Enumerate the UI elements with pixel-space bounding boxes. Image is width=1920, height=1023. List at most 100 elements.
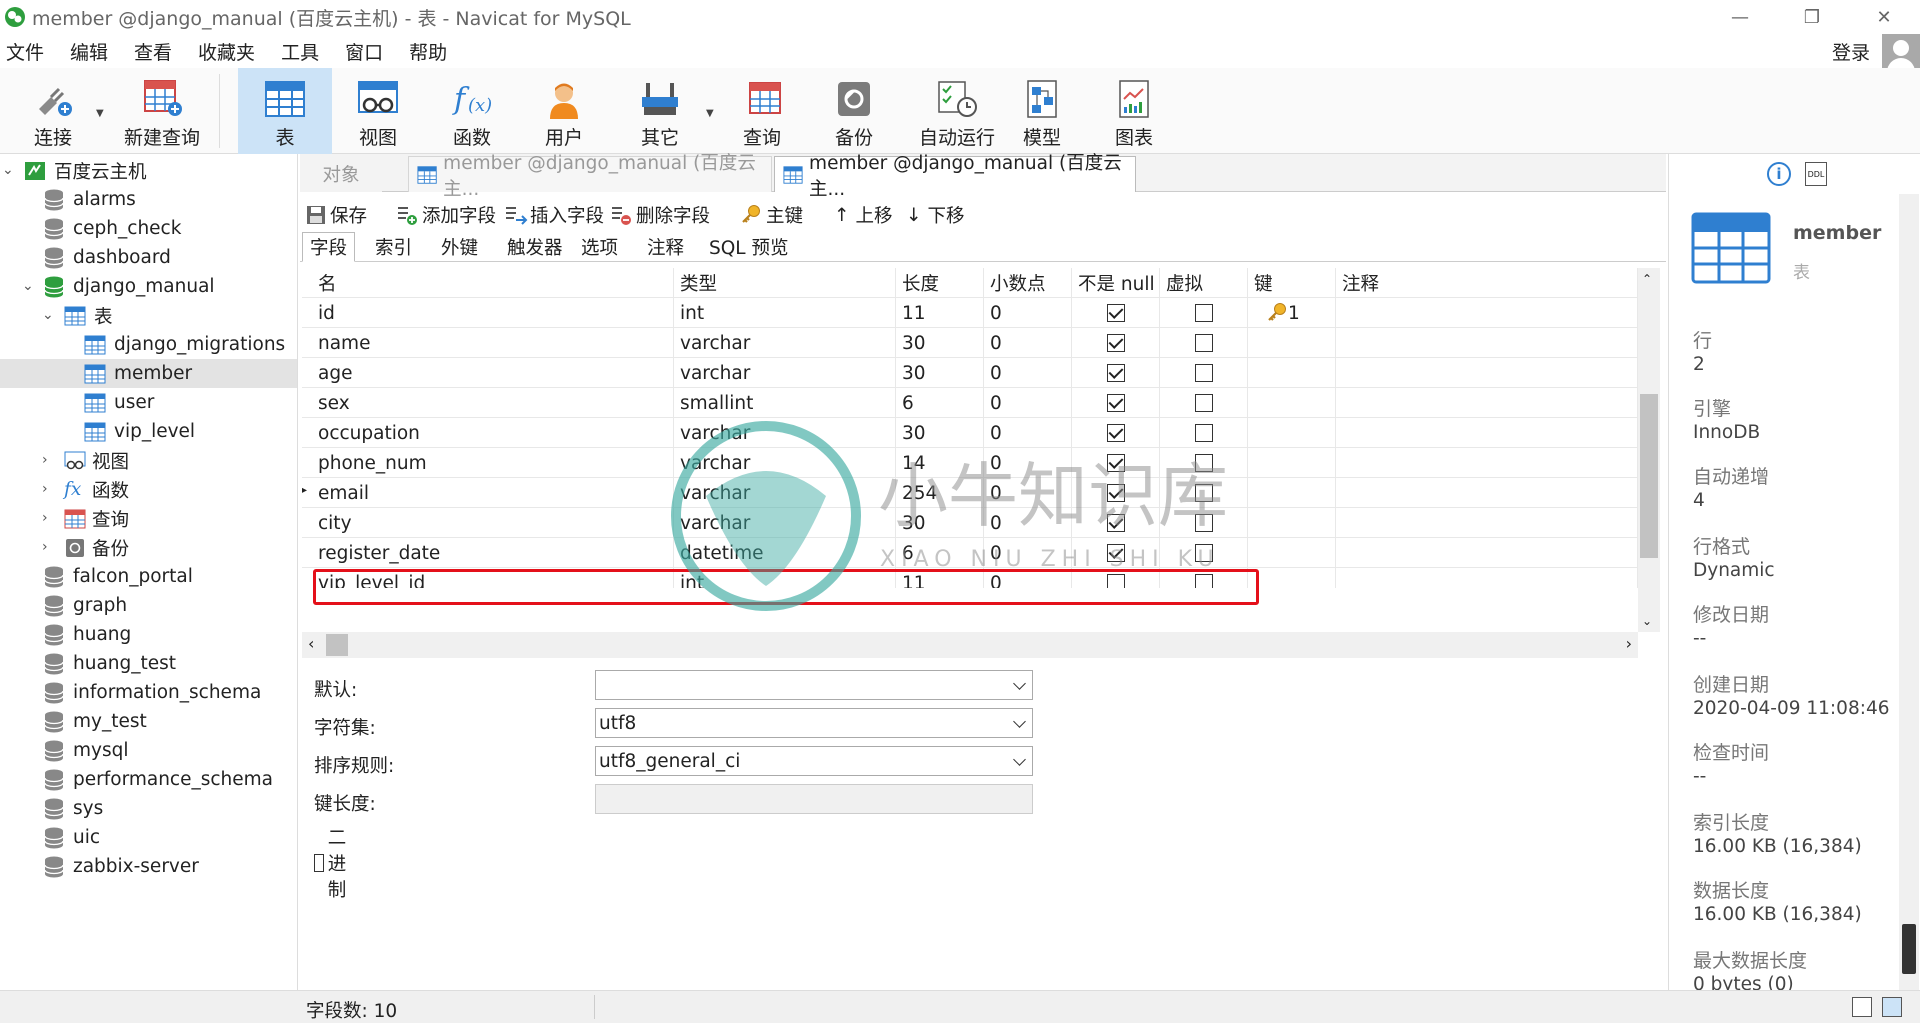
field-not-null-cell[interactable] <box>1072 538 1160 568</box>
field-decimals-cell[interactable]: 0 <box>984 418 1072 448</box>
field-decimals-cell[interactable]: 0 <box>984 328 1072 358</box>
field-virtual-cell[interactable] <box>1160 448 1248 478</box>
virtual-checkbox[interactable] <box>1194 334 1213 352</box>
move-down-button[interactable]: ↓ 下移 <box>906 202 965 228</box>
new-query-button[interactable]: 新建查询 <box>112 68 212 154</box>
field-length-cell[interactable]: 14 <box>896 448 984 478</box>
field-length-cell[interactable]: 30 <box>896 358 984 388</box>
not-null-checkbox[interactable] <box>1106 514 1125 532</box>
add-field-button[interactable]: 添加字段 <box>396 202 496 228</box>
field-not-null-cell[interactable] <box>1072 388 1160 418</box>
field-type-cell[interactable]: varchar <box>674 478 896 508</box>
virtual-checkbox[interactable] <box>1194 424 1213 442</box>
chart-button[interactable]: 图表 <box>1096 68 1172 154</box>
tree-group-2[interactable]: 查询 <box>64 504 129 533</box>
tree-table-member[interactable]: member <box>0 359 297 388</box>
column-header-decimals[interactable]: 小数点 <box>984 268 1072 298</box>
chevron-down-icon[interactable]: ⌄ <box>22 278 34 294</box>
tab-triggers[interactable]: 触发器 <box>500 232 570 262</box>
menu-file[interactable]: 文件 <box>0 38 63 65</box>
field-name-cell[interactable]: id <box>312 298 674 328</box>
field-key-cell[interactable] <box>1248 478 1336 508</box>
column-header-key[interactable]: 键 <box>1248 268 1336 298</box>
field-not-null-cell[interactable] <box>1072 298 1160 328</box>
info-icon[interactable]: i <box>1767 162 1791 186</box>
field-virtual-cell[interactable] <box>1160 388 1248 418</box>
table-button[interactable]: 表 <box>238 68 332 154</box>
collation-select[interactable]: utf8_general_ci <box>595 746 1033 776</box>
field-virtual-cell[interactable] <box>1160 538 1248 568</box>
field-decimals-cell[interactable]: 0 <box>984 298 1072 328</box>
not-null-checkbox[interactable] <box>1106 424 1125 442</box>
field-type-cell[interactable]: varchar <box>674 448 896 478</box>
chevron-right-icon[interactable]: › <box>42 481 48 497</box>
column-header-comment[interactable]: 注释 <box>1336 268 1638 298</box>
field-row[interactable]: register_date datetime 6 0 <box>302 538 1638 568</box>
field-not-null-cell[interactable] <box>1072 478 1160 508</box>
tree-db-huang_test[interactable]: huang_test <box>44 649 176 678</box>
tab-sql-preview[interactable]: SQL 预览 <box>702 232 796 262</box>
tree-db-zabbix-server[interactable]: zabbix-server <box>44 852 199 881</box>
chevron-right-icon[interactable]: › <box>42 452 48 468</box>
virtual-checkbox[interactable] <box>1194 304 1213 322</box>
tab-comment[interactable]: 注释 <box>640 232 691 262</box>
field-key-cell[interactable] <box>1248 448 1336 478</box>
field-decimals-cell[interactable]: 0 <box>984 358 1072 388</box>
field-decimals-cell[interactable]: 0 <box>984 508 1072 538</box>
field-type-cell[interactable]: datetime <box>674 538 896 568</box>
field-name-cell[interactable]: name <box>312 328 674 358</box>
tree-group-3[interactable]: 备份 <box>64 533 129 562</box>
menu-window[interactable]: 窗口 <box>338 38 402 65</box>
user-button[interactable]: 用户 <box>526 68 602 154</box>
field-type-cell[interactable]: varchar <box>674 328 896 358</box>
field-virtual-cell[interactable] <box>1160 328 1248 358</box>
tree-table-user[interactable]: user <box>84 388 154 417</box>
virtual-checkbox[interactable] <box>1194 364 1213 382</box>
chevron-down-icon[interactable]: ⌄ <box>42 307 54 323</box>
scroll-thumb[interactable] <box>1640 394 1658 558</box>
menu-tools[interactable]: 工具 <box>274 38 338 65</box>
virtual-checkbox[interactable] <box>1194 484 1213 502</box>
not-null-checkbox[interactable] <box>1106 484 1125 502</box>
field-row[interactable]: phone_num varchar 14 0 <box>302 448 1638 478</box>
grid-view-icon[interactable] <box>1852 997 1872 1017</box>
chevron-down-icon[interactable]: ⌄ <box>2 162 14 178</box>
field-row[interactable]: city varchar 30 0 <box>302 508 1638 538</box>
tree-tables-group[interactable]: 表 <box>64 301 113 330</box>
avatar[interactable] <box>1882 34 1920 72</box>
hscroll-thumb[interactable] <box>326 634 348 656</box>
menu-favorites[interactable]: 收藏夹 <box>191 38 274 65</box>
field-not-null-cell[interactable] <box>1072 328 1160 358</box>
scroll-left-icon[interactable]: ‹ <box>308 634 314 653</box>
scroll-up-icon[interactable]: ⌃ <box>1642 272 1652 286</box>
tree-table-vip_level[interactable]: vip_level <box>84 417 195 446</box>
field-decimals-cell[interactable]: 0 <box>984 388 1072 418</box>
field-comment-cell[interactable] <box>1336 478 1638 508</box>
tree-db-dashboard[interactable]: dashboard <box>44 243 171 272</box>
field-comment-cell[interactable] <box>1336 448 1638 478</box>
login-link[interactable]: 登录 <box>1832 38 1870 65</box>
close-button[interactable]: ✕ <box>1848 0 1920 34</box>
field-name-cell[interactable]: sex <box>312 388 674 418</box>
field-row[interactable]: id int 11 0 1 <box>302 298 1638 328</box>
column-header-not-null[interactable]: 不是 null <box>1072 268 1160 298</box>
not-null-checkbox[interactable] <box>1106 394 1125 412</box>
tree-group-1[interactable]: fx 函数 <box>64 475 129 504</box>
virtual-checkbox[interactable] <box>1194 514 1213 532</box>
not-null-checkbox[interactable] <box>1106 304 1125 322</box>
minimize-button[interactable]: — <box>1704 0 1776 34</box>
tree-db-my_test[interactable]: my_test <box>44 707 147 736</box>
field-decimals-cell[interactable]: 0 <box>984 448 1072 478</box>
field-virtual-cell[interactable] <box>1160 508 1248 538</box>
tree-group-0[interactable]: 视图 <box>64 446 129 475</box>
tree-table-django_migrations[interactable]: django_migrations <box>84 330 285 359</box>
field-row[interactable]: sex smallint 6 0 <box>302 388 1638 418</box>
field-key-cell[interactable] <box>1248 388 1336 418</box>
field-not-null-cell[interactable] <box>1072 448 1160 478</box>
other-dropdown-icon[interactable]: ▼ <box>706 108 714 119</box>
tree-db-django_manual[interactable]: django_manual <box>44 272 215 301</box>
tree-db-graph[interactable]: graph <box>44 591 127 620</box>
column-header-type[interactable]: 类型 <box>674 268 896 298</box>
field-length-cell[interactable]: 6 <box>896 538 984 568</box>
not-null-checkbox[interactable] <box>1106 454 1125 472</box>
